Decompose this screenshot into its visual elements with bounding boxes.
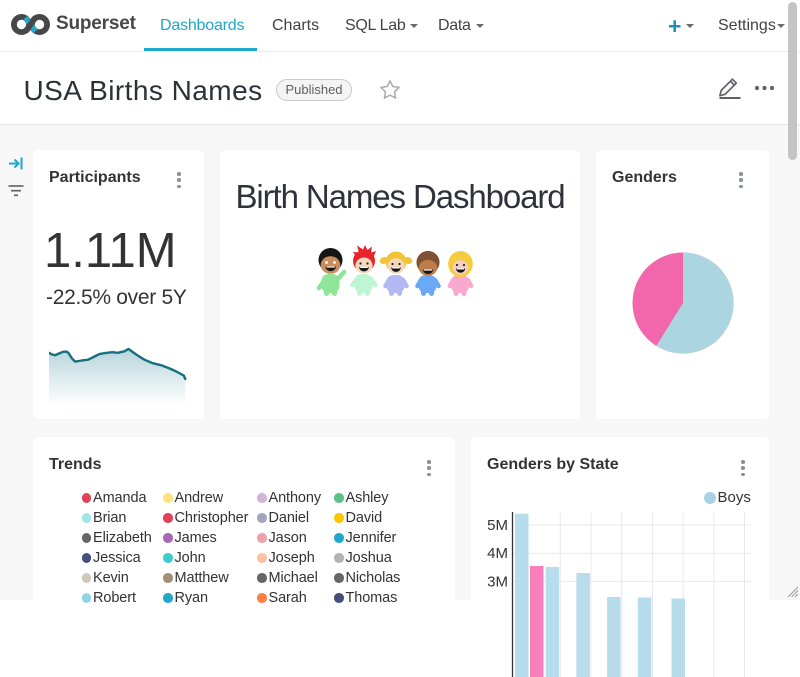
svg-text:4M: 4M — [487, 545, 508, 562]
svg-text:3M: 3M — [487, 573, 508, 590]
svg-text:5M: 5M — [487, 517, 508, 534]
